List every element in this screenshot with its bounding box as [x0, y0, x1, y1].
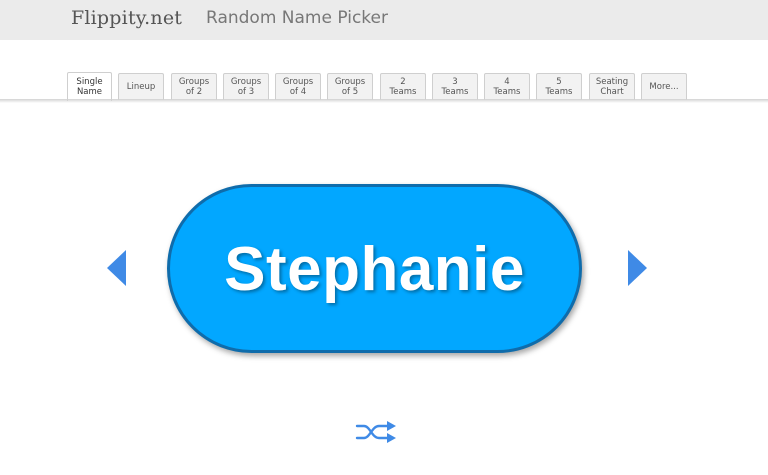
tab-groups-of-2[interactable]: Groups of 2 — [171, 73, 217, 100]
triangle-right-icon[interactable] — [628, 250, 647, 286]
tab-groups-of-5[interactable]: Groups of 5 — [327, 73, 373, 100]
tab-3-teams[interactable]: 3 Teams — [432, 73, 478, 100]
shuffle-icon — [355, 421, 396, 443]
tab-5-teams[interactable]: 5 Teams — [536, 73, 582, 100]
tab-single-name[interactable]: Single Name — [67, 72, 112, 101]
tab-4-teams[interactable]: 4 Teams — [484, 73, 530, 100]
tab-2-teams[interactable]: 2 Teams — [380, 73, 426, 100]
tab-groups-of-3[interactable]: Groups of 3 — [223, 73, 269, 100]
tab-lineup[interactable]: Lineup — [118, 73, 164, 100]
triangle-left-icon[interactable] — [107, 250, 126, 286]
top-header-bar: Flippity.net Random Name Picker — [0, 0, 768, 40]
name-display-button[interactable]: Stephanie — [167, 184, 582, 353]
page-title: Random Name Picker — [206, 8, 388, 28]
tab-groups-of-4[interactable]: Groups of 4 — [275, 73, 321, 100]
picked-name: Stephanie — [224, 235, 525, 304]
tab-more[interactable]: More... — [641, 73, 687, 100]
shuffle-button[interactable] — [355, 421, 399, 443]
site-logo[interactable]: Flippity.net — [71, 7, 182, 29]
tab-bar-shadow — [0, 99, 768, 103]
tab-seating-chart[interactable]: Seating Chart — [589, 73, 635, 100]
